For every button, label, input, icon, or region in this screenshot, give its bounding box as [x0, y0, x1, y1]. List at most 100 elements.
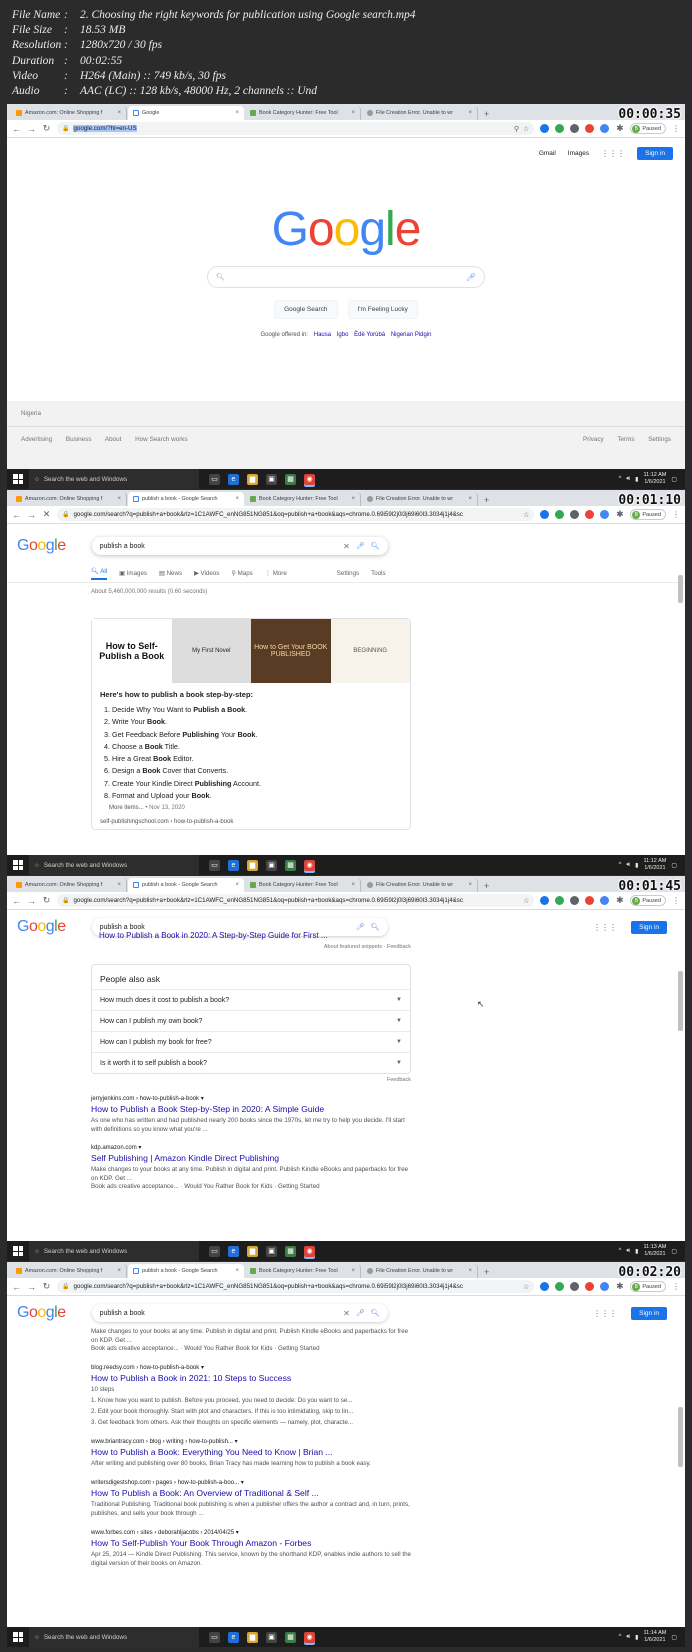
result-url[interactable]: www.briantracy.com › blog › writing › ho… [91, 1438, 411, 1445]
kebab-menu-icon[interactable]: ⋮ [672, 510, 680, 519]
tab-book-category-hunter[interactable]: Book Category Hunter: Free Tool × [245, 1264, 361, 1278]
clock[interactable]: 11:13 AM 1/6/2021 [643, 1244, 666, 1258]
task-view-icon[interactable]: ▭ [209, 473, 220, 485]
notification-icon[interactable]: ▢ [671, 862, 677, 869]
tab-file-creation-error[interactable]: File Creation Error. Unable to wr × [362, 492, 478, 506]
result-url[interactable]: writersdigestshop.com › pages › how-to-p… [91, 1479, 411, 1486]
url-text[interactable]: google.com/?hl=en-US [73, 125, 509, 132]
folder-icon[interactable]: ▆ [247, 473, 258, 485]
new-tab-button[interactable]: + [479, 109, 494, 120]
volume-icon[interactable]: 🔊︎ [626, 1634, 630, 1641]
back-icon[interactable]: ← [12, 510, 21, 520]
taskbar-search-input[interactable]: ○ Search the web and Windows [29, 1627, 199, 1647]
google-logo[interactable]: Google [17, 1304, 66, 1322]
folder-icon[interactable]: ▆ [247, 859, 258, 871]
app-icon[interactable]: ▦ [285, 1631, 296, 1643]
kebab-menu-icon[interactable]: ⋮ [672, 1282, 680, 1291]
forward-icon[interactable]: → [27, 510, 36, 520]
result-url[interactable]: blog.reedsy.com › how-to-publish-a-book … [91, 1364, 411, 1371]
extension-icon[interactable] [570, 124, 580, 133]
profile-paused-button[interactable]: B Paused [630, 509, 666, 520]
stop-icon[interactable]: ✕ [42, 509, 51, 520]
volume-icon[interactable]: 🔊︎ [626, 1248, 630, 1255]
scrollbar[interactable] [678, 575, 683, 603]
result-title[interactable]: How To Publish a Book: An Overview of Tr… [91, 1488, 411, 1498]
edge-icon[interactable]: e [228, 1245, 239, 1257]
tab-news[interactable]: ▤ News [159, 570, 182, 577]
folder-icon[interactable]: ▆ [247, 1631, 258, 1643]
snippet-image[interactable]: My First Novel [171, 619, 251, 683]
footer-link[interactable]: Business [66, 436, 92, 443]
tab-amazon[interactable]: Amazon.com: Online Shopping f × [11, 878, 127, 892]
new-tab-button[interactable]: + [479, 881, 494, 892]
footer-link[interactable]: Settings [648, 436, 671, 443]
feedback-link[interactable]: Feedback [91, 1077, 411, 1083]
about-featured-snippets[interactable]: About featured snippets · Feedback [91, 944, 411, 950]
windows-start-icon[interactable] [7, 1632, 29, 1642]
language-link[interactable]: Hausa [314, 332, 331, 338]
reload-icon[interactable]: ↻ [42, 123, 51, 134]
profile-paused-button[interactable]: B Paused [630, 895, 666, 906]
star-icon[interactable]: ☆ [523, 511, 529, 519]
taskbar-search-input[interactable]: ○ Search the web and Windows [29, 855, 199, 875]
address-bar[interactable]: 🔒 google.com/search?q=publish+a+book&rlz… [57, 508, 535, 521]
apps-grid-icon[interactable]: ⋮⋮⋮ [601, 149, 625, 158]
paa-question[interactable]: How can I publish my own book? ▼ [92, 1010, 410, 1031]
extension-icon[interactable] [555, 896, 565, 905]
close-icon[interactable]: × [351, 110, 355, 116]
close-icon[interactable]: × [468, 496, 472, 502]
taskbar-search-input[interactable]: ○ Search the web and Windows [29, 469, 199, 489]
result-title[interactable]: How to Publish a Book: Everything You Ne… [91, 1447, 411, 1457]
tab-book-category-hunter[interactable]: Book Category Hunter: Free Tool × [245, 492, 361, 506]
result-url[interactable]: jerryjenkins.com › how-to-publish-a-book… [91, 1095, 411, 1102]
more-items-link[interactable]: More items... • Nov 13, 2020 [109, 805, 393, 811]
chrome-icon[interactable]: ◉ [304, 859, 315, 871]
sign-in-button[interactable]: Sign in [631, 920, 667, 934]
extension-icon[interactable] [600, 124, 610, 133]
edge-icon[interactable]: e [228, 859, 239, 871]
close-icon[interactable]: × [117, 1268, 121, 1274]
snippet-image[interactable]: BEGINNING [330, 619, 410, 683]
paa-question[interactable]: Is it worth it to self publish a book? ▼ [92, 1052, 410, 1073]
gmail-link[interactable]: Gmail [539, 150, 556, 157]
puzzle-icon[interactable]: ✱ [615, 123, 624, 134]
location-icon[interactable]: ⚲ [514, 125, 519, 133]
footer-link[interactable]: Advertising [21, 436, 52, 443]
extension-icon[interactable] [600, 510, 610, 519]
search-input[interactable]: publish a book ✕ 🎤︎ 🔍︎ [92, 537, 388, 555]
task-view-icon[interactable]: ▭ [209, 1631, 220, 1643]
close-icon[interactable]: × [117, 882, 121, 888]
images-link[interactable]: Images [568, 150, 589, 157]
network-icon[interactable]: ▮ [635, 476, 638, 483]
extension-icon[interactable] [570, 896, 580, 905]
tab-google-results[interactable]: publish a book - Google Search × [128, 878, 244, 892]
search-input[interactable]: publish a book ✕ 🎤︎ 🔍︎ [92, 1304, 388, 1322]
forward-icon[interactable]: → [27, 1282, 36, 1292]
volume-icon[interactable]: 🔊︎ [626, 862, 630, 869]
profile-paused-button[interactable]: B Paused [630, 123, 666, 134]
settings-link[interactable]: Settings [337, 570, 359, 577]
reload-icon[interactable]: ↻ [42, 1281, 51, 1292]
chevron-up-icon[interactable]: ^ [619, 1248, 622, 1254]
footer-link[interactable]: Privacy [583, 436, 604, 443]
extension-icon[interactable] [540, 1282, 550, 1291]
tab-book-category-hunter[interactable]: Book Category Hunter: Free Tool × [245, 878, 361, 892]
chrome-icon[interactable]: ◉ [304, 1631, 315, 1643]
close-icon[interactable]: × [235, 110, 239, 116]
app-icon[interactable]: ▦ [285, 473, 296, 485]
scrollbar[interactable] [678, 971, 683, 1031]
search-input[interactable]: 🔍︎ 🎤︎ [207, 266, 485, 288]
back-icon[interactable]: ← [12, 1282, 21, 1292]
footer-link[interactable]: How Search works [135, 436, 188, 443]
taskbar-search-input[interactable]: ○ Search the web and Windows [29, 1241, 199, 1261]
clear-icon[interactable]: ✕ [343, 1309, 350, 1318]
tab-google[interactable]: Google × [128, 106, 244, 120]
store-icon[interactable]: ▣ [266, 1631, 277, 1643]
tab-amazon[interactable]: Amazon.com: Online Shopping f × [11, 106, 127, 120]
language-link[interactable]: Èdè Yorùbá [354, 332, 385, 338]
extension-icon[interactable] [570, 1282, 580, 1291]
feeling-lucky-button[interactable]: I'm Feeling Lucky [347, 300, 418, 319]
task-view-icon[interactable]: ▭ [209, 1245, 220, 1257]
result-sitelinks[interactable]: Book ads creative acceptance... · Would … [91, 1345, 411, 1352]
language-link[interactable]: Igbo [337, 332, 349, 338]
